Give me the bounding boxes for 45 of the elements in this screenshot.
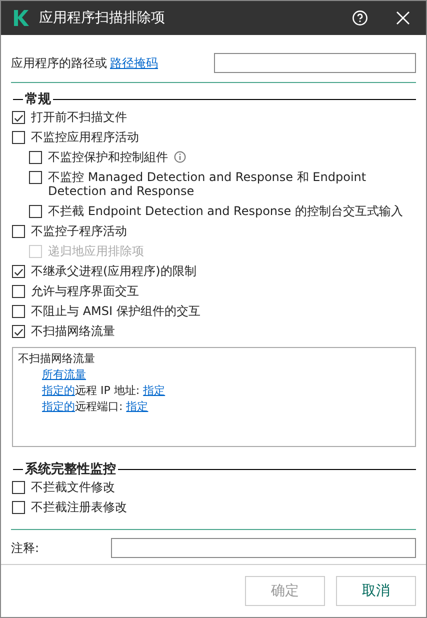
logo-icon bbox=[13, 9, 29, 27]
traffic-text: 远程 IP 地址: bbox=[75, 384, 141, 397]
section-title: 常规 bbox=[24, 91, 52, 108]
checkbox[interactable] bbox=[29, 151, 42, 164]
checkbox[interactable] bbox=[12, 481, 25, 494]
checkbox[interactable] bbox=[12, 131, 25, 144]
option-label[interactable]: 不监控子程序活动 bbox=[31, 224, 127, 238]
option-label[interactable]: 不扫描网络流量 bbox=[31, 324, 115, 338]
comment-label: 注释: bbox=[11, 540, 40, 556]
option-label[interactable]: 不拦截 Endpoint Detection and Response 的控制台交互式输入 bbox=[48, 204, 403, 218]
close-icon[interactable] bbox=[396, 11, 410, 25]
checkbox[interactable] bbox=[12, 501, 25, 514]
checkbox[interactable] bbox=[12, 325, 25, 338]
path-input[interactable] bbox=[214, 53, 416, 73]
option-label[interactable]: 打开前不扫描文件 bbox=[31, 110, 127, 124]
checkbox[interactable] bbox=[12, 285, 25, 298]
path-label: 应用程序的路径或 bbox=[11, 54, 107, 72]
path-mask-link[interactable]: 路径掩码 bbox=[110, 54, 158, 72]
option-label[interactable]: 不拦截注册表修改 bbox=[31, 500, 127, 514]
option-label[interactable]: 不阻止与 AMSI 保护组件的交互 bbox=[31, 304, 200, 318]
checkbox[interactable] bbox=[12, 225, 25, 238]
link[interactable]: 指定 bbox=[143, 384, 166, 397]
comment-input[interactable] bbox=[111, 538, 416, 558]
checkbox[interactable] bbox=[12, 305, 25, 318]
link[interactable]: 指定的 bbox=[42, 384, 75, 397]
checkbox[interactable] bbox=[12, 111, 25, 124]
traffic-box-title: 不扫描网络流量 bbox=[18, 351, 96, 367]
info-icon[interactable] bbox=[174, 151, 186, 163]
link[interactable]: 指定 bbox=[126, 400, 148, 413]
window-title: 应用程序扫描排除项 bbox=[39, 9, 166, 27]
checkbox[interactable] bbox=[29, 205, 42, 218]
option-label[interactable]: 不监控 Managed Detection and Response 和 Endpoint Detection and Response bbox=[48, 170, 416, 198]
option-label[interactable]: 允许与程序界面交互 bbox=[31, 284, 139, 298]
option-label[interactable]: 不监控保护和控制組件 bbox=[48, 150, 168, 164]
link[interactable]: 所有流量 bbox=[42, 368, 86, 381]
link[interactable]: 指定的 bbox=[42, 400, 75, 413]
dialog-button[interactable]: 取消 bbox=[336, 576, 416, 606]
checkbox[interactable] bbox=[29, 171, 42, 184]
help-icon[interactable] bbox=[352, 10, 368, 26]
traffic-text: 远程端口: bbox=[75, 400, 124, 413]
section-title: 系统完整性监控 bbox=[24, 460, 117, 478]
checkbox[interactable] bbox=[12, 265, 25, 278]
option-label[interactable]: 不监控应用程序活动 bbox=[31, 130, 139, 144]
option-label[interactable]: 不拦截文件修改 bbox=[31, 480, 115, 494]
option-label[interactable]: 不继承父进程(应用程序)的限制 bbox=[31, 264, 196, 278]
